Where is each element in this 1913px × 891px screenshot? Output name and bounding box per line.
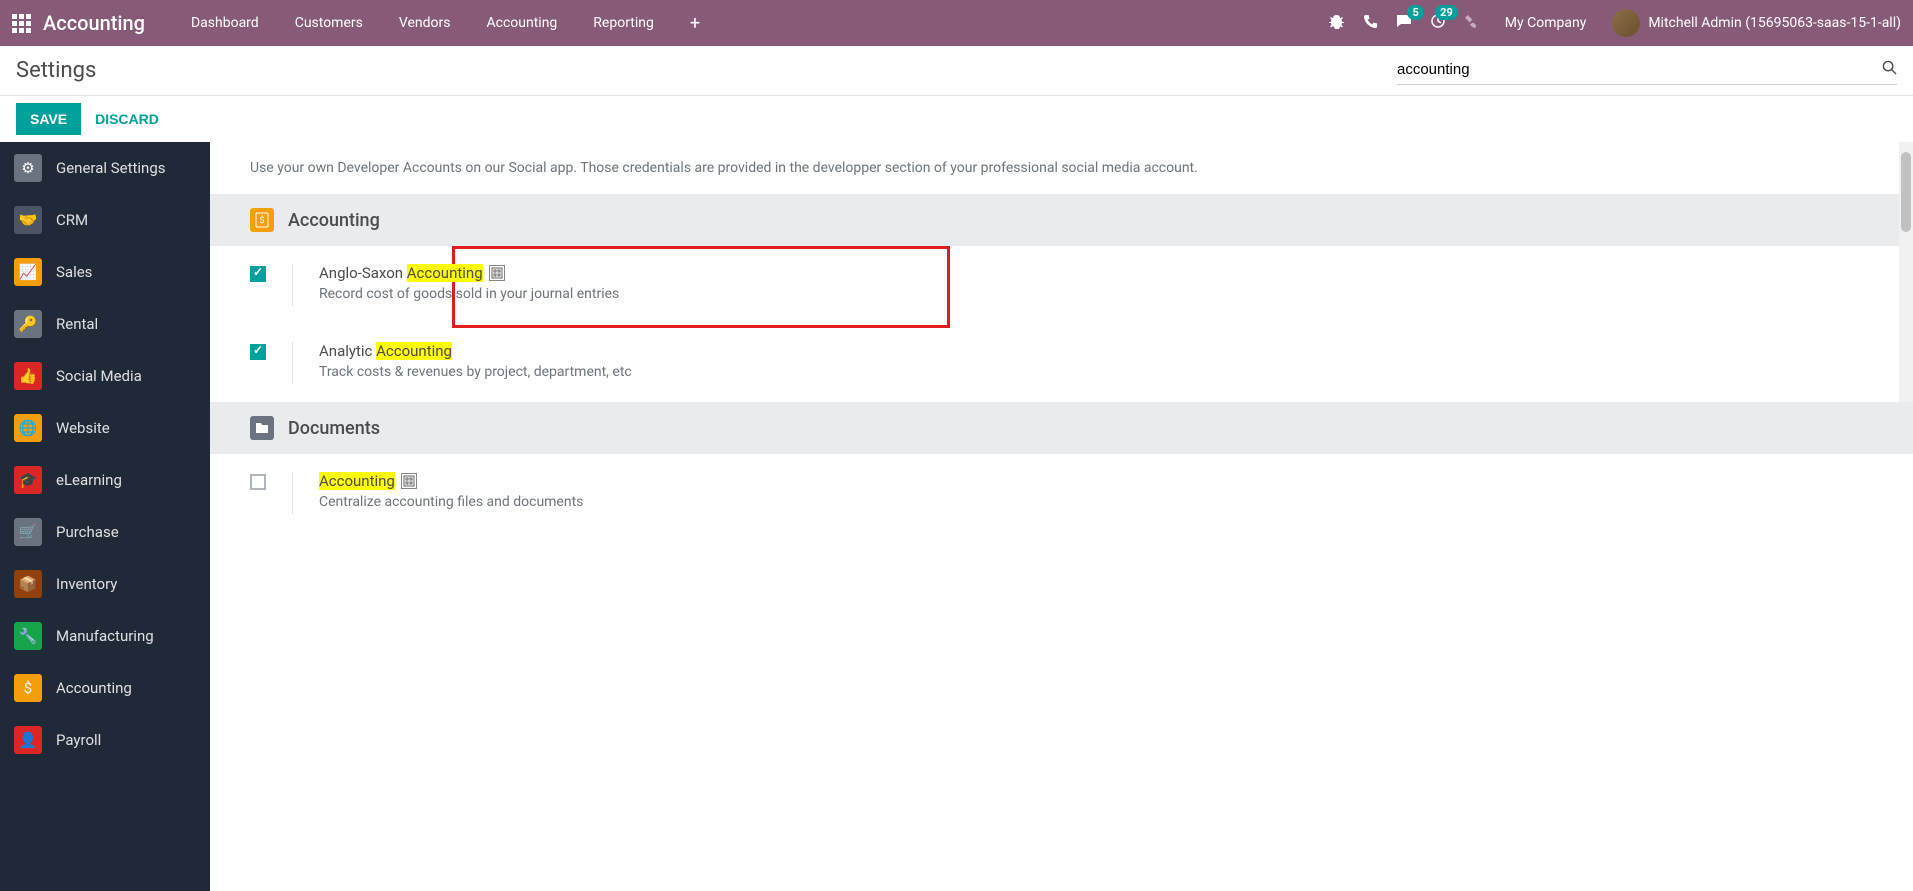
- nav-add[interactable]: +: [672, 1, 718, 46]
- bug-icon[interactable]: [1329, 13, 1345, 33]
- documents-section-icon: [250, 416, 274, 440]
- nav-dashboard[interactable]: Dashboard: [173, 3, 277, 43]
- sidebar-item-accounting[interactable]: $ Accounting: [0, 662, 210, 714]
- apps-icon[interactable]: [12, 14, 31, 33]
- person-icon: 👤: [14, 726, 42, 754]
- phone-icon[interactable]: [1363, 14, 1378, 33]
- setting-label[interactable]: Anglo-Saxon Accounting: [319, 264, 1873, 282]
- sidebar-item-label: CRM: [56, 211, 88, 229]
- wrench-icon: 🔧: [14, 622, 42, 650]
- section-documents-header: Documents: [210, 402, 1913, 454]
- user-name: Mitchell Admin (15695063-saas-15-1-all): [1648, 15, 1901, 31]
- setting-anglo-saxon: Anglo-Saxon Accounting Record cost of go…: [210, 246, 1913, 324]
- navbar-right: 5 29 My Company Mitchell Admin (15695063…: [1329, 9, 1901, 37]
- discard-button[interactable]: DISCARD: [95, 111, 159, 127]
- setting-label[interactable]: Analytic Accounting: [319, 342, 1873, 360]
- divider: [292, 472, 293, 514]
- sidebar-item-label: General Settings: [56, 159, 166, 177]
- setting-desc: Track costs & revenues by project, depar…: [319, 364, 1873, 380]
- company-icon: [401, 473, 417, 489]
- settings-sidebar: ⚙ General Settings 🤝 CRM 📈 Sales 🔑 Renta…: [0, 142, 210, 891]
- divider: [292, 264, 293, 306]
- save-button[interactable]: SAVE: [16, 103, 81, 135]
- thumbsup-icon: 👍: [14, 362, 42, 390]
- sidebar-item-label: Sales: [56, 263, 92, 281]
- checkbox-analytic[interactable]: [250, 344, 266, 360]
- sidebar-item-label: Social Media: [56, 367, 142, 385]
- checkbox-documents-accounting[interactable]: [250, 474, 266, 490]
- activities-badge: 29: [1435, 5, 1458, 20]
- sidebar-item-website[interactable]: 🌐 Website: [0, 402, 210, 454]
- sidebar-item-label: Accounting: [56, 679, 132, 697]
- subheader: Settings: [0, 46, 1913, 96]
- avatar: [1612, 9, 1640, 37]
- messages-badge: 5: [1407, 5, 1423, 20]
- activities-icon[interactable]: 29: [1430, 13, 1446, 33]
- sidebar-item-label: Manufacturing: [56, 627, 154, 645]
- handshake-icon: 🤝: [14, 206, 42, 234]
- app-name[interactable]: Accounting: [43, 11, 145, 35]
- sidebar-item-label: Rental: [56, 315, 98, 333]
- setting-label[interactable]: Accounting: [319, 472, 1873, 490]
- tools-icon[interactable]: [1464, 14, 1479, 33]
- main-navbar: Accounting Dashboard Customers Vendors A…: [0, 0, 1913, 46]
- page-title: Settings: [16, 58, 96, 83]
- nav-vendors[interactable]: Vendors: [381, 3, 469, 43]
- key-icon: 🔑: [14, 310, 42, 338]
- setting-content: Accounting Centralize accounting files a…: [319, 472, 1873, 510]
- setting-desc: Centralize accounting files and document…: [319, 494, 1873, 510]
- sidebar-item-label: Inventory: [56, 575, 117, 593]
- messages-icon[interactable]: 5: [1396, 13, 1412, 33]
- sidebar-item-purchase[interactable]: 🛒 Purchase: [0, 506, 210, 558]
- chart-icon: 📈: [14, 258, 42, 286]
- nav-customers[interactable]: Customers: [277, 3, 381, 43]
- setting-desc: Record cost of goods sold in your journa…: [319, 286, 1873, 302]
- sidebar-item-crm[interactable]: 🤝 CRM: [0, 194, 210, 246]
- action-bar: SAVE DISCARD: [0, 96, 1913, 142]
- setting-content: Anglo-Saxon Accounting Record cost of go…: [319, 264, 1873, 302]
- nav-accounting[interactable]: Accounting: [468, 3, 575, 43]
- globe-icon: 🌐: [14, 414, 42, 442]
- sidebar-item-label: Payroll: [56, 731, 101, 749]
- svg-text:$: $: [259, 215, 264, 226]
- gear-icon: ⚙: [14, 154, 42, 182]
- content-area: ⚙ General Settings 🤝 CRM 📈 Sales 🔑 Renta…: [0, 142, 1913, 891]
- sidebar-item-elearning[interactable]: 🎓 eLearning: [0, 454, 210, 506]
- setting-analytic: Analytic Accounting Track costs & revenu…: [210, 324, 1913, 402]
- setting-anglo-saxon-wrap: Anglo-Saxon Accounting Record cost of go…: [210, 246, 1913, 324]
- section-title: Accounting: [288, 210, 380, 231]
- box-icon: 📦: [14, 570, 42, 598]
- sidebar-item-label: eLearning: [56, 471, 122, 489]
- company-icon: [489, 265, 505, 281]
- info-text: Use your own Developer Accounts on our S…: [210, 142, 1913, 194]
- navbar-left: Accounting Dashboard Customers Vendors A…: [12, 1, 718, 46]
- sidebar-item-general[interactable]: ⚙ General Settings: [0, 142, 210, 194]
- sidebar-item-manufacturing[interactable]: 🔧 Manufacturing: [0, 610, 210, 662]
- user-menu[interactable]: Mitchell Admin (15695063-saas-15-1-all): [1612, 9, 1901, 37]
- main-panel: Use your own Developer Accounts on our S…: [210, 142, 1913, 891]
- accounting-section-icon: $: [250, 208, 274, 232]
- cart-icon: 🛒: [14, 518, 42, 546]
- search-input[interactable]: [1397, 57, 1882, 82]
- section-accounting-header: $ Accounting: [210, 194, 1913, 246]
- divider: [292, 342, 293, 384]
- sidebar-item-social[interactable]: 👍 Social Media: [0, 350, 210, 402]
- checkbox-anglo-saxon[interactable]: [250, 266, 266, 282]
- sidebar-item-payroll[interactable]: 👤 Payroll: [0, 714, 210, 766]
- scrollbar-thumb[interactable]: [1901, 152, 1911, 232]
- company-selector[interactable]: My Company: [1497, 15, 1595, 31]
- section-title: Documents: [288, 418, 380, 439]
- sidebar-item-inventory[interactable]: 📦 Inventory: [0, 558, 210, 610]
- setting-documents-accounting: Accounting Centralize accounting files a…: [210, 454, 1913, 532]
- search-icon[interactable]: [1882, 60, 1897, 79]
- graduation-icon: 🎓: [14, 466, 42, 494]
- setting-content: Analytic Accounting Track costs & revenu…: [319, 342, 1873, 380]
- sidebar-item-label: Purchase: [56, 523, 119, 541]
- sidebar-item-label: Website: [56, 419, 110, 437]
- sidebar-item-sales[interactable]: 📈 Sales: [0, 246, 210, 298]
- sidebar-item-rental[interactable]: 🔑 Rental: [0, 298, 210, 350]
- search-wrap: [1397, 57, 1897, 85]
- nav-reporting[interactable]: Reporting: [575, 3, 672, 43]
- money-icon: $: [14, 674, 42, 702]
